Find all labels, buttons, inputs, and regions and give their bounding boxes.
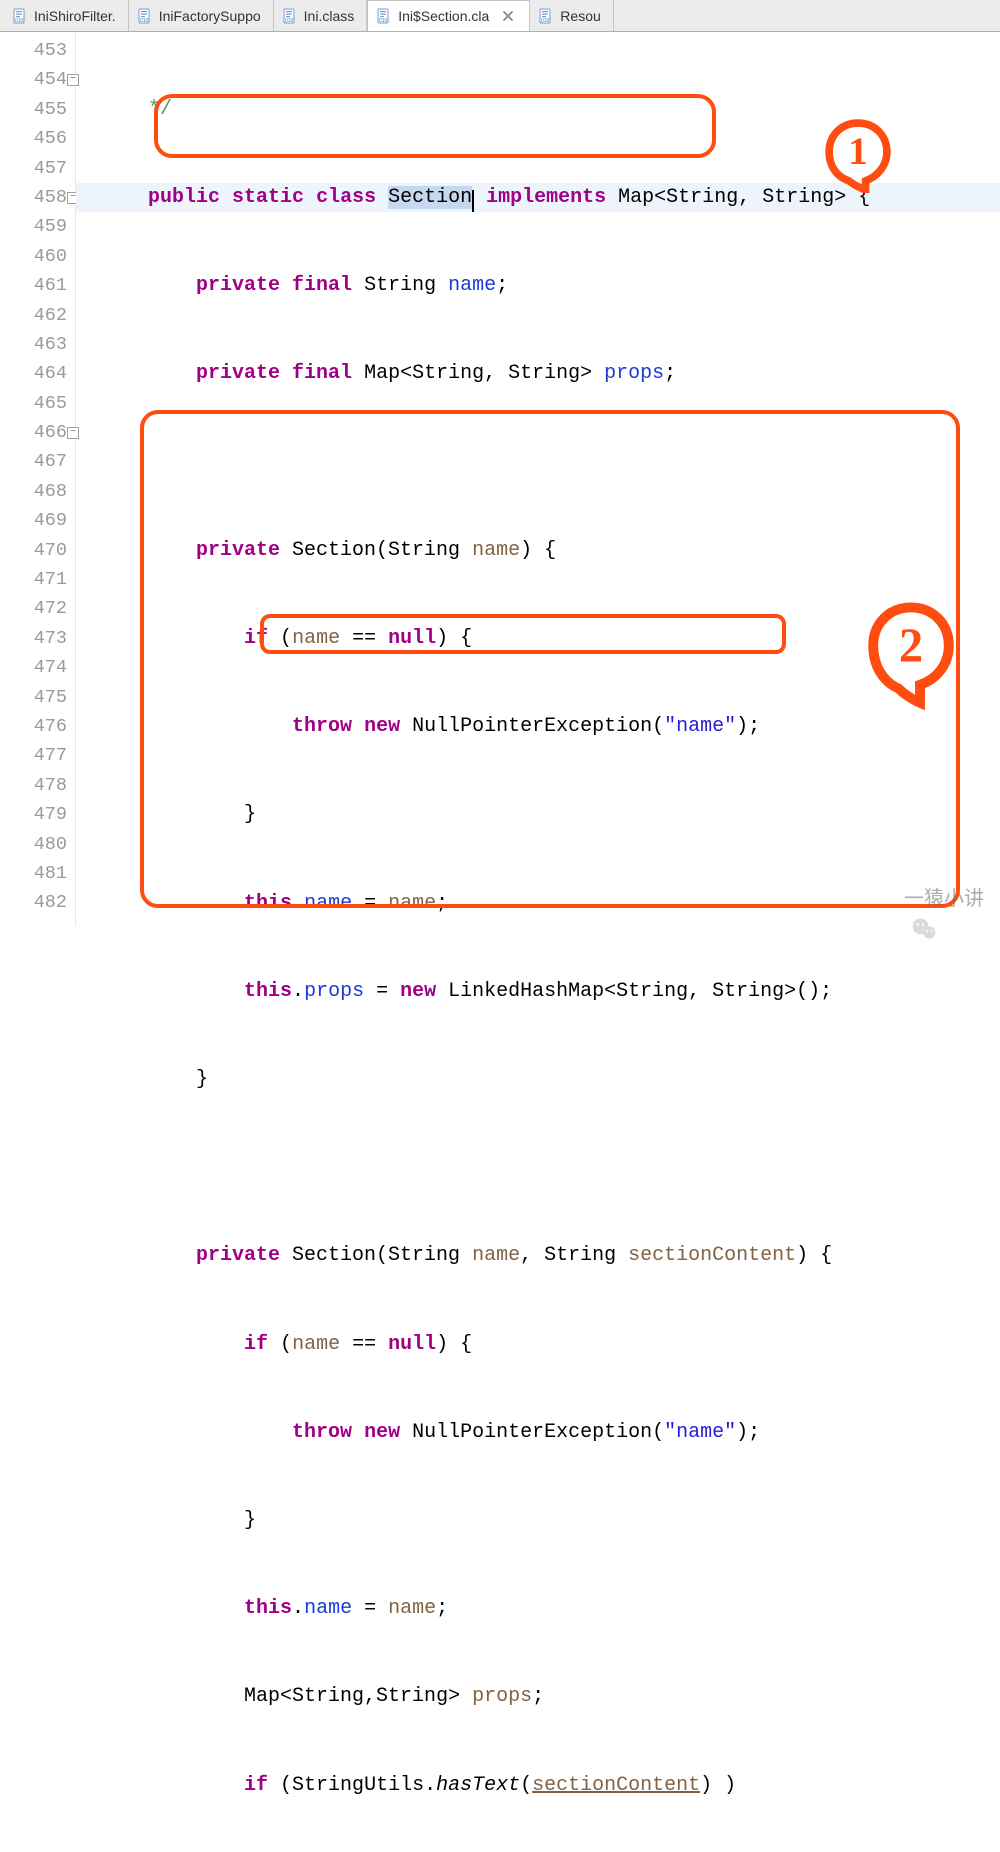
- editor-area: 453454−455456457458−45946046146246346446…: [0, 32, 1000, 926]
- line-number[interactable]: 456: [0, 124, 67, 153]
- line-number[interactable]: 460: [0, 242, 67, 271]
- editor-tab[interactable]: 010 Ini$Section.cla: [367, 0, 530, 32]
- line-number[interactable]: 471: [0, 565, 67, 594]
- editor-tab[interactable]: 010 Ini.class: [274, 0, 368, 31]
- svg-text:010: 010: [140, 18, 149, 24]
- line-number[interactable]: 455: [0, 95, 67, 124]
- tab-label: Resou: [560, 8, 600, 24]
- line-number[interactable]: 462: [0, 301, 67, 330]
- line-number[interactable]: 482: [0, 888, 67, 917]
- svg-text:010: 010: [15, 18, 24, 24]
- class-file-icon: 010: [282, 8, 298, 24]
- selection: Section: [388, 186, 472, 209]
- tab-label: Ini$Section.cla: [398, 8, 489, 24]
- line-number[interactable]: 453: [0, 36, 67, 65]
- line-number[interactable]: 478: [0, 771, 67, 800]
- tab-label: Ini.class: [304, 8, 355, 24]
- line-number[interactable]: 479: [0, 800, 67, 829]
- watermark-text: 一猿小讲: [904, 885, 984, 914]
- line-number[interactable]: 454−: [0, 65, 67, 94]
- line-number[interactable]: 461: [0, 271, 67, 300]
- line-number[interactable]: 464: [0, 359, 67, 388]
- class-file-icon: 010: [538, 8, 554, 24]
- line-number[interactable]: 467: [0, 447, 67, 476]
- code-content[interactable]: */ public static class Section implement…: [76, 32, 1000, 926]
- line-number[interactable]: 459: [0, 212, 67, 241]
- line-number[interactable]: 465: [0, 389, 67, 418]
- line-number[interactable]: 457: [0, 154, 67, 183]
- svg-text:010: 010: [379, 18, 388, 24]
- tab-label: IniShiroFilter.: [34, 8, 116, 24]
- code-text: */: [100, 98, 172, 121]
- editor-tab[interactable]: 010 IniShiroFilter.: [4, 0, 129, 31]
- line-number[interactable]: 463: [0, 330, 67, 359]
- text-cursor: [472, 190, 474, 212]
- class-file-icon: 010: [137, 8, 153, 24]
- annotation-box-2: [140, 410, 960, 908]
- wechat-icon: [866, 885, 894, 913]
- line-number[interactable]: 468: [0, 477, 67, 506]
- line-number[interactable]: 466−: [0, 418, 67, 447]
- line-number[interactable]: 480: [0, 830, 67, 859]
- line-number[interactable]: 476: [0, 712, 67, 741]
- line-number-gutter: 453454−455456457458−45946046146246346446…: [0, 32, 76, 926]
- editor-tab[interactable]: 010 IniFactorySuppo: [129, 0, 274, 31]
- line-number[interactable]: 474: [0, 653, 67, 682]
- line-number[interactable]: 458−: [0, 183, 67, 212]
- class-file-icon: 010: [376, 8, 392, 24]
- line-number[interactable]: 473: [0, 624, 67, 653]
- class-file-icon: 010: [12, 8, 28, 24]
- line-number[interactable]: 472: [0, 594, 67, 623]
- line-number[interactable]: 469: [0, 506, 67, 535]
- line-number[interactable]: 470: [0, 536, 67, 565]
- editor-tab[interactable]: 010 Resou: [530, 0, 613, 31]
- current-line: public static class Section implements M…: [76, 183, 1000, 212]
- editor-tab-bar: 010 IniShiroFilter. 010 IniFactorySuppo 010 I…: [0, 0, 1000, 32]
- svg-text:010: 010: [541, 18, 550, 24]
- tab-label: IniFactorySuppo: [159, 8, 261, 24]
- line-number[interactable]: 475: [0, 683, 67, 712]
- svg-text:010: 010: [285, 18, 294, 24]
- close-icon[interactable]: [499, 7, 517, 25]
- line-number[interactable]: 481: [0, 859, 67, 888]
- svg-text:1: 1: [848, 130, 868, 174]
- line-number[interactable]: 477: [0, 741, 67, 770]
- watermark: 一猿小讲: [866, 885, 984, 914]
